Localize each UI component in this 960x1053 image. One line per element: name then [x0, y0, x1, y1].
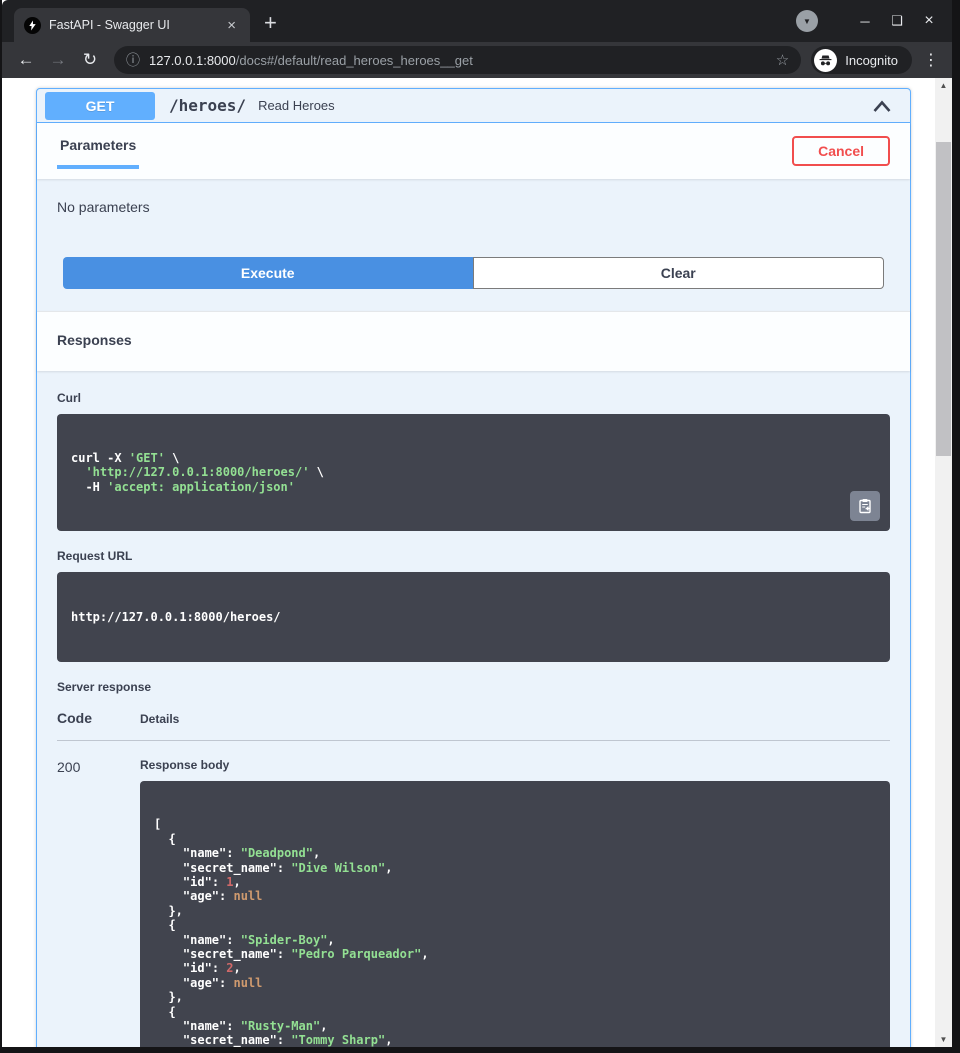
- collapse-button[interactable]: [872, 99, 892, 113]
- responses-title: Responses: [57, 332, 132, 348]
- fastapi-favicon-icon: [24, 17, 41, 34]
- scrollbar[interactable]: ▲ ▼: [935, 78, 952, 1047]
- clear-button[interactable]: Clear: [473, 257, 885, 289]
- details-column-header: Details: [140, 712, 179, 726]
- responses-inner: Curl curl -X 'GET' \ 'http://127.0.0.1:8…: [37, 371, 910, 1047]
- opblock-get-heroes: GET /heroes/ Read Heroes Parameters Canc…: [36, 88, 911, 1047]
- bookmark-star-icon[interactable]: ☆: [776, 51, 789, 69]
- browser-tab[interactable]: FastAPI - Swagger UI ×: [14, 8, 250, 42]
- responses-section-header: Responses: [37, 311, 910, 371]
- opblock-header[interactable]: GET /heroes/ Read Heroes: [37, 89, 910, 123]
- parameters-section-header: Parameters Cancel: [37, 123, 910, 179]
- url-path: /docs#/default/read_heroes_heroes__get: [236, 53, 473, 68]
- copy-curl-button[interactable]: [850, 491, 880, 521]
- browser-toolbar: ← → ↻ ⓘ 127.0.0.1:8000/docs#/default/rea…: [2, 42, 952, 78]
- endpoint-path: /heroes/: [169, 96, 246, 115]
- code-column-header: Code: [57, 710, 140, 726]
- response-body-code[interactable]: [ { "name": "Deadpond", "secret_name": "…: [140, 781, 890, 1047]
- new-tab-button[interactable]: +: [264, 12, 277, 34]
- response-row-200: 200 Response body [ { "name": "Deadpond"…: [57, 741, 890, 1047]
- tab-title: FastAPI - Swagger UI: [49, 18, 215, 32]
- tab-parameters[interactable]: Parameters: [57, 137, 139, 169]
- method-badge: GET: [45, 92, 155, 120]
- request-url-label: Request URL: [57, 549, 890, 563]
- url-bar[interactable]: ⓘ 127.0.0.1:8000/docs#/default/read_hero…: [114, 46, 801, 74]
- request-url-value: http://127.0.0.1:8000/heroes/: [71, 610, 876, 624]
- scroll-up-button[interactable]: ▲: [935, 81, 952, 90]
- incognito-icon: [814, 49, 837, 72]
- browser-window: FastAPI - Swagger UI × + ▼ ─ ❑ × ← → ↻ ⓘ…: [2, 0, 952, 1047]
- response-table-header: Code Details: [57, 710, 890, 741]
- page-area: GET /heroes/ Read Heroes Parameters Canc…: [2, 78, 952, 1047]
- cancel-button[interactable]: Cancel: [792, 136, 890, 166]
- execute-button[interactable]: Execute: [63, 257, 473, 289]
- incognito-badge: Incognito: [811, 46, 912, 74]
- minimize-button[interactable]: ─: [854, 14, 876, 29]
- browser-chevron-menu-icon[interactable]: ▼: [796, 10, 818, 32]
- status-code: 200: [57, 758, 140, 1047]
- reload-button[interactable]: ↻: [76, 50, 104, 70]
- url-host: 127.0.0.1:8000: [149, 53, 236, 68]
- no-parameters-text: No parameters: [57, 199, 890, 215]
- request-url-block: http://127.0.0.1:8000/heroes/: [57, 572, 890, 662]
- chevron-up-icon: [872, 99, 892, 113]
- scroll-down-button[interactable]: ▼: [935, 1035, 952, 1044]
- clipboard-icon: [857, 498, 873, 514]
- scroll-thumb[interactable]: [936, 142, 951, 456]
- site-info-icon[interactable]: ⓘ: [126, 50, 140, 70]
- curl-label: Curl: [57, 391, 890, 405]
- kebab-menu-icon[interactable]: ⋮: [920, 50, 942, 70]
- tab-close-icon[interactable]: ×: [223, 16, 240, 35]
- incognito-label: Incognito: [845, 53, 898, 68]
- url-text[interactable]: 127.0.0.1:8000/docs#/default/read_heroes…: [149, 53, 767, 68]
- response-body-label: Response body: [140, 758, 890, 772]
- window-controls: ▼ ─ ❑ ×: [796, 0, 952, 42]
- tab-strip: FastAPI - Swagger UI × + ▼ ─ ❑ ×: [2, 0, 952, 42]
- swagger-content: GET /heroes/ Read Heroes Parameters Canc…: [2, 78, 935, 1047]
- maximize-button[interactable]: ❑: [886, 13, 908, 29]
- close-button[interactable]: ×: [918, 12, 940, 30]
- server-response-label: Server response: [57, 680, 890, 694]
- execute-row: Execute Clear: [63, 257, 884, 289]
- curl-code-block[interactable]: curl -X 'GET' \ 'http://127.0.0.1:8000/h…: [57, 414, 890, 531]
- endpoint-summary: Read Heroes: [258, 98, 335, 113]
- parameters-body: No parameters Execute Clear: [37, 179, 910, 311]
- back-button[interactable]: ←: [12, 50, 40, 70]
- forward-button[interactable]: →: [44, 50, 72, 70]
- response-details: Response body [ { "name": "Deadpond", "s…: [140, 758, 890, 1047]
